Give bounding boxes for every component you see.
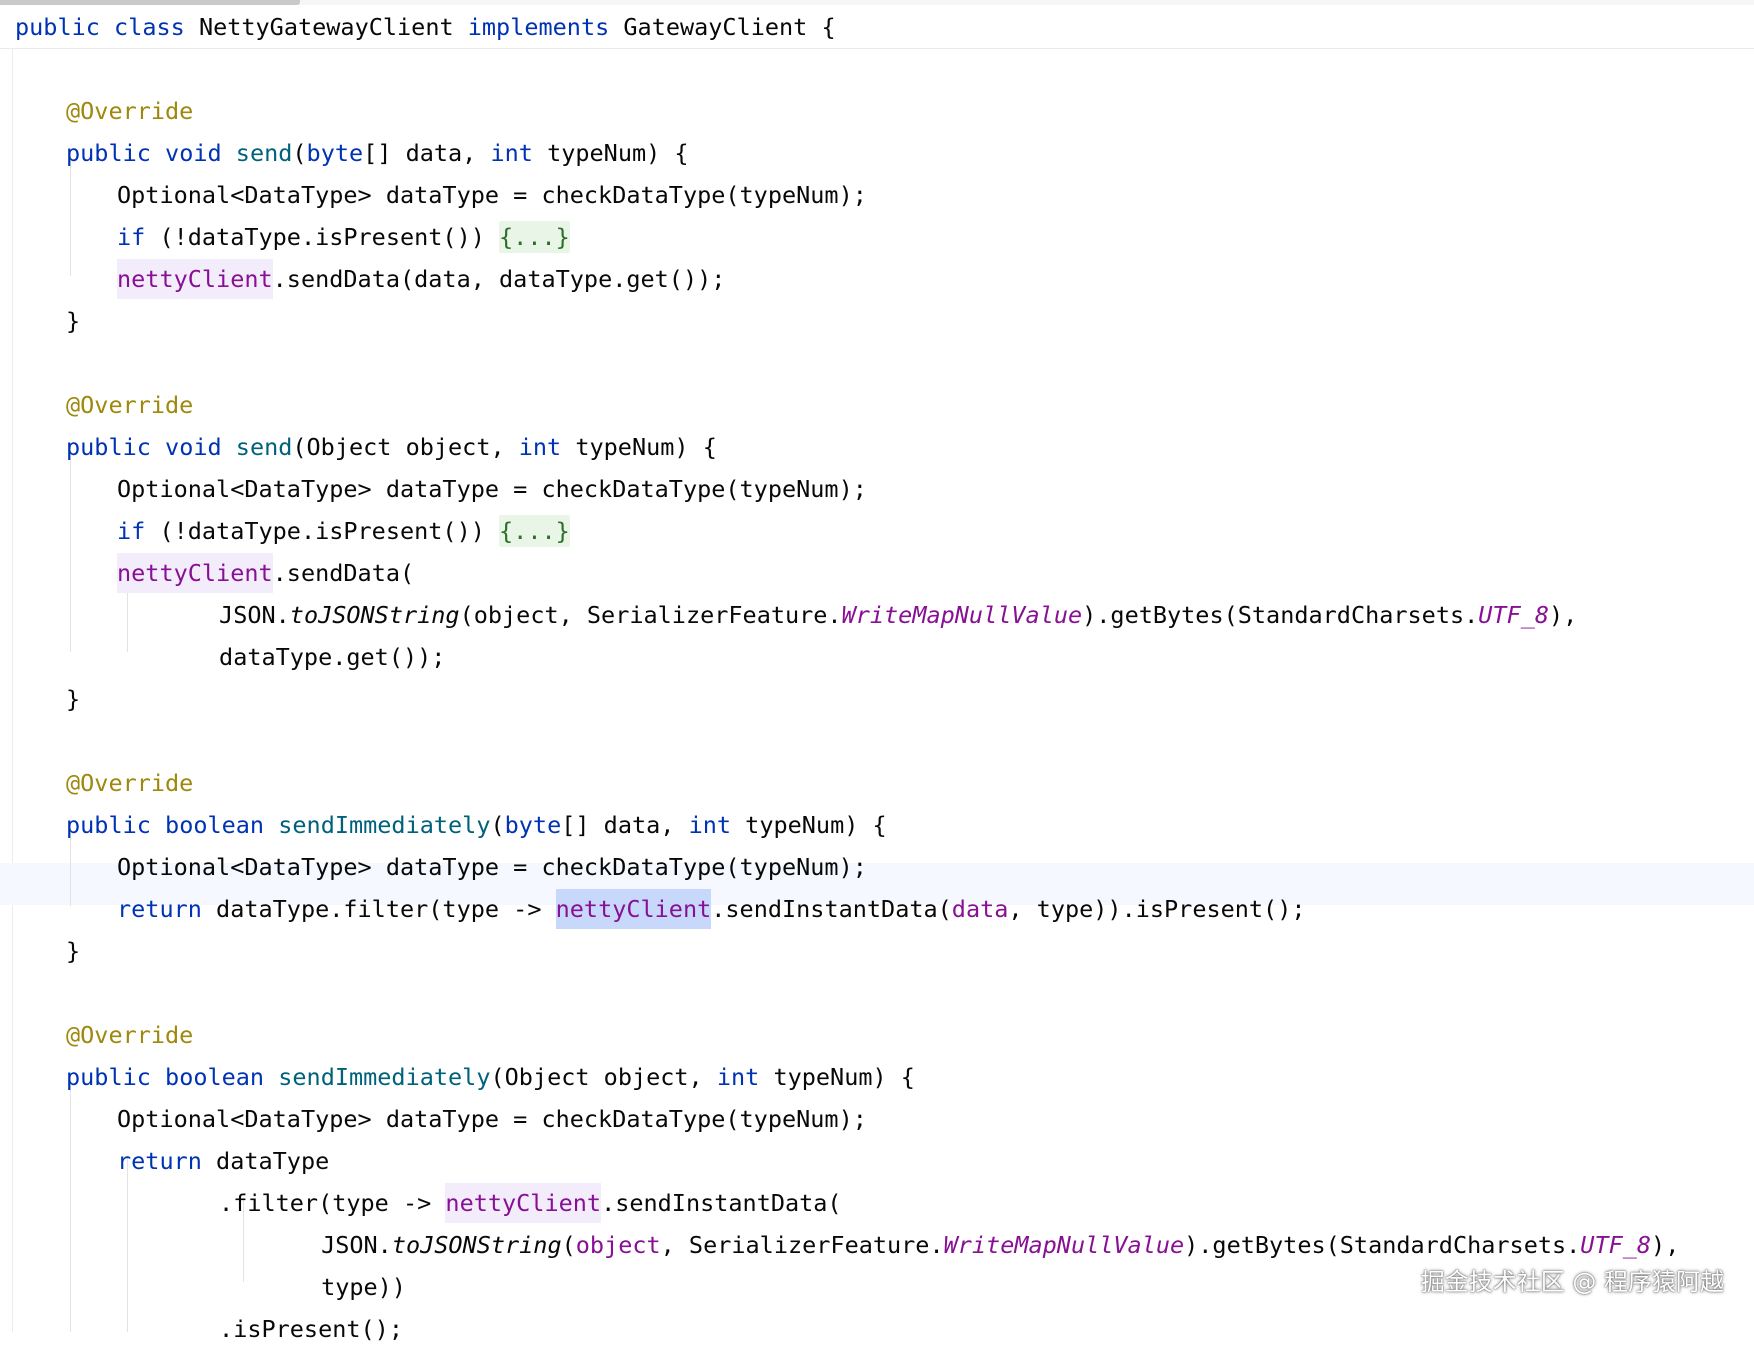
code-line[interactable]: JSON.toJSONString(object, SerializerFeat… <box>219 594 1577 636</box>
code-line[interactable]: public boolean sendImmediately(Object ob… <box>66 1056 915 1098</box>
scrollbar-thumb[interactable] <box>0 0 300 5</box>
code-line[interactable]: .filter(type -> nettyClient.sendInstantD… <box>219 1182 842 1224</box>
code-line[interactable]: Optional<DataType> dataType = checkDataT… <box>117 468 867 510</box>
code-line[interactable]: public class NettyGatewayClient implemen… <box>15 6 836 48</box>
indent-guide <box>70 1074 71 1332</box>
code-line[interactable]: @Override <box>66 1014 193 1056</box>
code-line[interactable]: nettyClient.sendData(data, dataType.get(… <box>117 258 725 300</box>
indent-guide <box>70 444 71 652</box>
watermark: 掘金技术社区 @ 程序猿阿越 <box>1420 1268 1724 1296</box>
code-line[interactable]: nettyClient.sendData( <box>117 552 414 594</box>
selected-identifier[interactable]: nettyClient <box>555 889 712 929</box>
code-line[interactable]: type)) <box>321 1266 406 1308</box>
identifier-usage-highlight[interactable]: nettyClient <box>445 1183 602 1223</box>
code-line[interactable]: Optional<DataType> dataType = checkDataT… <box>117 846 867 888</box>
folded-block[interactable]: {...} <box>499 221 570 253</box>
code-line[interactable]: .isPresent(); <box>219 1308 403 1350</box>
code-line[interactable]: public void send(byte[] data, int typeNu… <box>66 132 689 174</box>
code-line[interactable]: @Override <box>66 762 193 804</box>
editor-top-scrollbar[interactable] <box>0 0 1754 5</box>
identifier-usage-highlight[interactable]: nettyClient <box>117 259 273 299</box>
code-line[interactable]: return dataType <box>117 1140 329 1182</box>
code-line[interactable]: return dataType.filter(type -> nettyClie… <box>117 888 1306 930</box>
code-line[interactable]: public void send(Object object, int type… <box>66 426 717 468</box>
code-line[interactable]: @Override <box>66 90 193 132</box>
code-line[interactable]: Optional<DataType> dataType = checkDataT… <box>117 1098 867 1140</box>
editor-gutter-border <box>12 49 13 1332</box>
code-line[interactable]: if (!dataType.isPresent()) {...} <box>117 216 570 258</box>
code-line[interactable]: } <box>66 930 80 972</box>
code-line[interactable]: } <box>66 300 80 342</box>
identifier-usage-highlight[interactable]: nettyClient <box>117 553 273 593</box>
code-line[interactable]: JSON.toJSONString(object, SerializerFeat… <box>321 1224 1679 1266</box>
code-line[interactable]: if (!dataType.isPresent()) {...} <box>117 510 570 552</box>
code-line[interactable]: Optional<DataType> dataType = checkDataT… <box>117 174 867 216</box>
code-line[interactable]: public boolean sendImmediately(byte[] da… <box>66 804 887 846</box>
code-line[interactable]: dataType.get()); <box>219 636 445 678</box>
sticky-header-divider <box>0 48 1754 49</box>
indent-guide <box>127 1158 128 1332</box>
code-line[interactable]: @Override <box>66 384 193 426</box>
folded-block[interactable]: {...} <box>499 515 570 547</box>
code-line[interactable]: } <box>66 678 80 720</box>
